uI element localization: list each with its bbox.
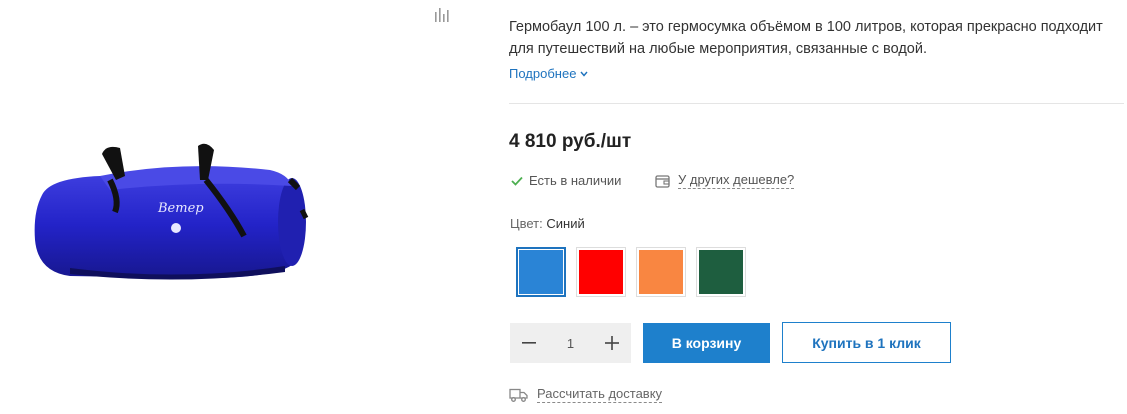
delivery-label: Рассчитать доставку xyxy=(537,386,663,403)
color-swatch-green[interactable] xyxy=(696,247,746,297)
compare-icon[interactable] xyxy=(434,8,450,22)
divider xyxy=(509,103,1124,104)
color-swatch-blue[interactable] xyxy=(516,247,566,297)
cheaper-link[interactable]: У других дешевле? xyxy=(655,172,795,189)
color-swatch-orange[interactable] xyxy=(636,247,686,297)
plus-icon[interactable] xyxy=(603,334,621,352)
swatch-fill xyxy=(699,250,743,294)
brand-logo: Ветер xyxy=(157,201,204,216)
color-label-title: Цвет: xyxy=(510,216,543,231)
color-selected-value: Синий xyxy=(546,216,585,231)
cheaper-label: У других дешевле? xyxy=(678,172,795,189)
product-description: Гермобаул 100 л. – это гермосумка объёмо… xyxy=(509,19,1103,57)
minus-icon[interactable] xyxy=(520,334,538,352)
more-link[interactable]: Подробнее xyxy=(509,66,588,81)
color-swatches xyxy=(516,247,746,297)
swatch-fill xyxy=(639,250,683,294)
availability-label: Есть в наличии xyxy=(529,173,622,188)
add-to-cart-button[interactable]: В корзину xyxy=(643,323,770,363)
color-label: Цвет: Синий xyxy=(510,216,585,231)
quantity-input[interactable] xyxy=(548,334,593,352)
swatch-fill xyxy=(579,250,623,294)
truck-icon xyxy=(509,388,528,402)
product-image[interactable]: Ветер xyxy=(30,140,310,290)
price: 4 810 руб./шт xyxy=(509,131,632,152)
swatch-fill xyxy=(519,250,563,294)
chevron-down-icon xyxy=(580,71,588,77)
delivery-link[interactable]: Рассчитать доставку xyxy=(509,386,663,403)
more-link-label: Подробнее xyxy=(509,66,577,81)
buy-one-click-button[interactable]: Купить в 1 клик xyxy=(782,322,951,363)
availability-status: Есть в наличии xyxy=(511,173,621,188)
wallet-icon xyxy=(655,174,670,188)
check-icon xyxy=(511,176,523,186)
color-swatch-red[interactable] xyxy=(576,247,626,297)
quantity-stepper xyxy=(510,323,631,363)
